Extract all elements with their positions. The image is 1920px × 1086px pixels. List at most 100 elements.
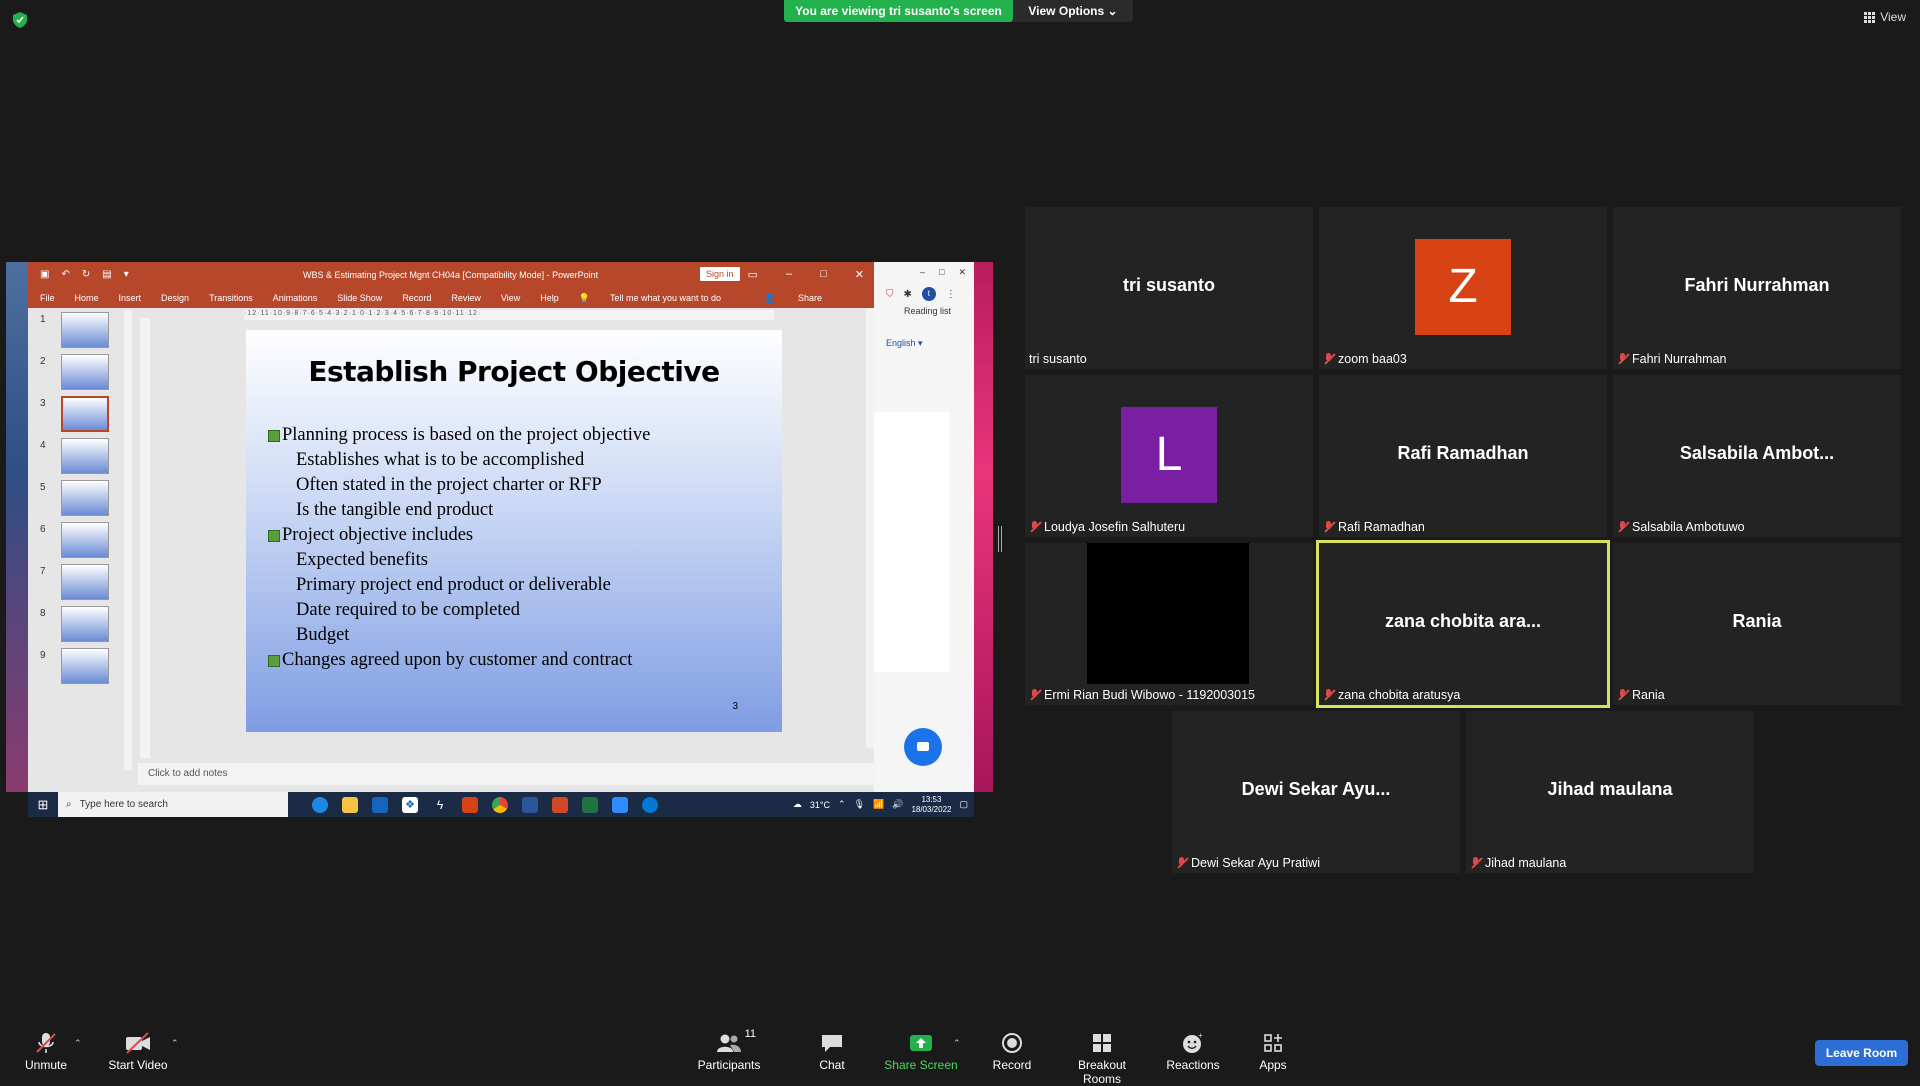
- tab-help[interactable]: Help: [540, 293, 559, 303]
- windows-start-icon[interactable]: ⊞: [28, 792, 58, 817]
- file-explorer-icon[interactable]: [342, 796, 358, 813]
- customize-qat-icon[interactable]: ▾: [124, 269, 129, 280]
- help-icon[interactable]: [642, 796, 658, 813]
- slide-bullet: Planning process is based on the project…: [268, 423, 768, 448]
- network-icon[interactable]: 📶: [873, 799, 884, 810]
- slide-thumbnail-number: 1: [40, 314, 46, 325]
- tab-slide-show[interactable]: Slide Show: [337, 293, 382, 303]
- reading-list-button[interactable]: Reading list: [874, 306, 974, 324]
- dropbox-icon[interactable]: ❖: [402, 796, 418, 813]
- participant-tile[interactable]: L Loudya Josefin Salhuteru: [1025, 375, 1313, 537]
- lightning-app-icon[interactable]: ϟ: [432, 797, 448, 813]
- record-button[interactable]: Record: [990, 1032, 1034, 1072]
- top-bar: You are viewing tri susanto's screen Vie…: [0, 0, 1920, 28]
- unmute-button[interactable]: Unmute: [22, 1032, 70, 1072]
- participant-tile[interactable]: Salsabila Ambot... Salsabila Ambotuwo: [1613, 375, 1901, 537]
- windows-taskbar: ⊞ ⌕ Type here to search ❖ ϟ ☁ 31°C ⌃ 🎙 📶…: [28, 792, 974, 817]
- participant-tile[interactable]: Rania Rania: [1613, 543, 1901, 705]
- tab-insert[interactable]: Insert: [119, 293, 142, 303]
- slide-canvas[interactable]: Establish Project Objective Planning pro…: [246, 330, 782, 732]
- office-icon[interactable]: [462, 796, 478, 813]
- powerpoint-icon[interactable]: [552, 796, 568, 813]
- edge-browser-icon[interactable]: [312, 796, 328, 813]
- tab-file[interactable]: File: [40, 293, 55, 303]
- ribbon-display-icon[interactable]: ▭: [748, 268, 758, 281]
- video-options-caret-icon[interactable]: ⌃: [171, 1038, 179, 1049]
- microphone-icon[interactable]: 🎙: [854, 799, 865, 810]
- tell-me-search[interactable]: Tell me what you want to do: [610, 293, 721, 303]
- reactions-button[interactable]: + Reactions: [1164, 1031, 1222, 1072]
- participant-tile[interactable]: Dewi Sekar Ayu... Dewi Sekar Ayu Pratiwi: [1172, 711, 1460, 873]
- weather-temp[interactable]: 31°C: [810, 800, 830, 810]
- participant-tile-active-speaker[interactable]: zana chobita ara... zana chobita aratusy…: [1316, 540, 1610, 708]
- extension-icon[interactable]: ⛉: [886, 289, 894, 300]
- split-divider-handle[interactable]: [998, 526, 1002, 552]
- participant-tile[interactable]: Ermi Rian Budi Wibowo - 1192003015: [1025, 543, 1313, 705]
- notes-pane[interactable]: Click to add notes: [138, 763, 874, 785]
- mail-icon[interactable]: [372, 796, 388, 813]
- excel-icon[interactable]: [582, 796, 598, 813]
- thumbnails-scrollbar[interactable]: [124, 310, 132, 770]
- slide-sub-bullet: Establishes what is to be accomplished: [296, 450, 585, 470]
- share-screen-icon: [884, 1032, 958, 1054]
- profile-avatar[interactable]: t: [921, 287, 936, 301]
- volume-icon[interactable]: 🔊: [892, 799, 903, 810]
- chat-button[interactable]: Chat: [812, 1032, 852, 1072]
- slide-thumbnail-image: [61, 354, 109, 390]
- leave-room-button[interactable]: Leave Room: [1815, 1040, 1908, 1066]
- close-icon[interactable]: ✕: [855, 268, 864, 281]
- tab-transitions[interactable]: Transitions: [209, 293, 253, 303]
- participants-button[interactable]: 11 Participants: [694, 1028, 764, 1072]
- tab-design[interactable]: Design: [161, 293, 189, 303]
- participant-tile[interactable]: Z zoom baa03: [1319, 207, 1607, 369]
- tab-animations[interactable]: Animations: [273, 293, 318, 303]
- view-button[interactable]: View: [1864, 10, 1906, 24]
- clock[interactable]: 13:53 18/03/2022: [911, 795, 951, 815]
- chat-bubble-icon[interactable]: [904, 728, 942, 766]
- audio-options-caret-icon[interactable]: ⌃: [74, 1038, 82, 1049]
- breakout-rooms-button[interactable]: Breakout Rooms: [1058, 1032, 1146, 1086]
- more-icon[interactable]: ⋮: [946, 289, 956, 300]
- slide-sub-bullet: Budget: [296, 625, 350, 645]
- start-video-button[interactable]: Start Video: [106, 1032, 170, 1072]
- puzzle-icon[interactable]: ✱: [904, 289, 912, 300]
- ppt-document-title: WBS & Estimating Project Mgnt CH04a [Com…: [303, 270, 599, 280]
- taskbar-search[interactable]: ⌕ Type here to search: [58, 792, 288, 817]
- close-icon[interactable]: ✕: [958, 267, 966, 278]
- participant-label-text: Dewi Sekar Ayu Pratiwi: [1191, 856, 1320, 870]
- ppt-share-button[interactable]: 👤 Share: [764, 293, 842, 304]
- view-options-button[interactable]: View Options ⌄: [1013, 0, 1133, 22]
- language-selector[interactable]: English ▾: [874, 324, 974, 349]
- participant-tile[interactable]: tri susanto tri susanto: [1025, 207, 1313, 369]
- maximize-icon[interactable]: □: [820, 268, 827, 281]
- zoom-icon[interactable]: [612, 796, 628, 813]
- lightbulb-icon: 💡: [578, 292, 590, 303]
- chrome-icon[interactable]: [492, 796, 508, 813]
- tab-view[interactable]: View: [501, 293, 520, 303]
- participant-tile[interactable]: Rafi Ramadhan Rafi Ramadhan: [1319, 375, 1607, 537]
- tab-record[interactable]: Record: [402, 293, 431, 303]
- participant-tile[interactable]: Jihad maulana Jihad maulana: [1466, 711, 1754, 873]
- word-icon[interactable]: [522, 796, 538, 813]
- present-icon[interactable]: ▤: [102, 269, 111, 280]
- slide-scrollbar[interactable]: [866, 308, 874, 748]
- participant-tile[interactable]: Fahri Nurrahman Fahri Nurrahman: [1613, 207, 1901, 369]
- mic-muted-icon: [1470, 857, 1482, 869]
- minimize-icon[interactable]: –: [786, 268, 792, 281]
- share-screen-button[interactable]: Share Screen: [884, 1032, 958, 1072]
- sign-in-button[interactable]: Sign in: [700, 267, 740, 281]
- save-icon[interactable]: ▣: [40, 269, 49, 280]
- tray-chevron-icon[interactable]: ⌃: [838, 799, 846, 810]
- notifications-icon[interactable]: ▢: [959, 799, 968, 810]
- apps-button[interactable]: Apps: [1256, 1032, 1290, 1072]
- security-shield-icon[interactable]: [13, 12, 27, 28]
- slide-thumbnail[interactable]: 9: [28, 644, 138, 694]
- redo-icon[interactable]: ↻: [82, 269, 90, 280]
- undo-icon[interactable]: ↶: [61, 269, 69, 280]
- minimize-icon[interactable]: –: [920, 267, 925, 277]
- tab-review[interactable]: Review: [451, 293, 481, 303]
- tab-home[interactable]: Home: [75, 293, 99, 303]
- share-options-caret-icon[interactable]: ⌃: [953, 1038, 961, 1049]
- maximize-icon[interactable]: □: [939, 267, 944, 277]
- start-video-label: Start Video: [108, 1058, 168, 1072]
